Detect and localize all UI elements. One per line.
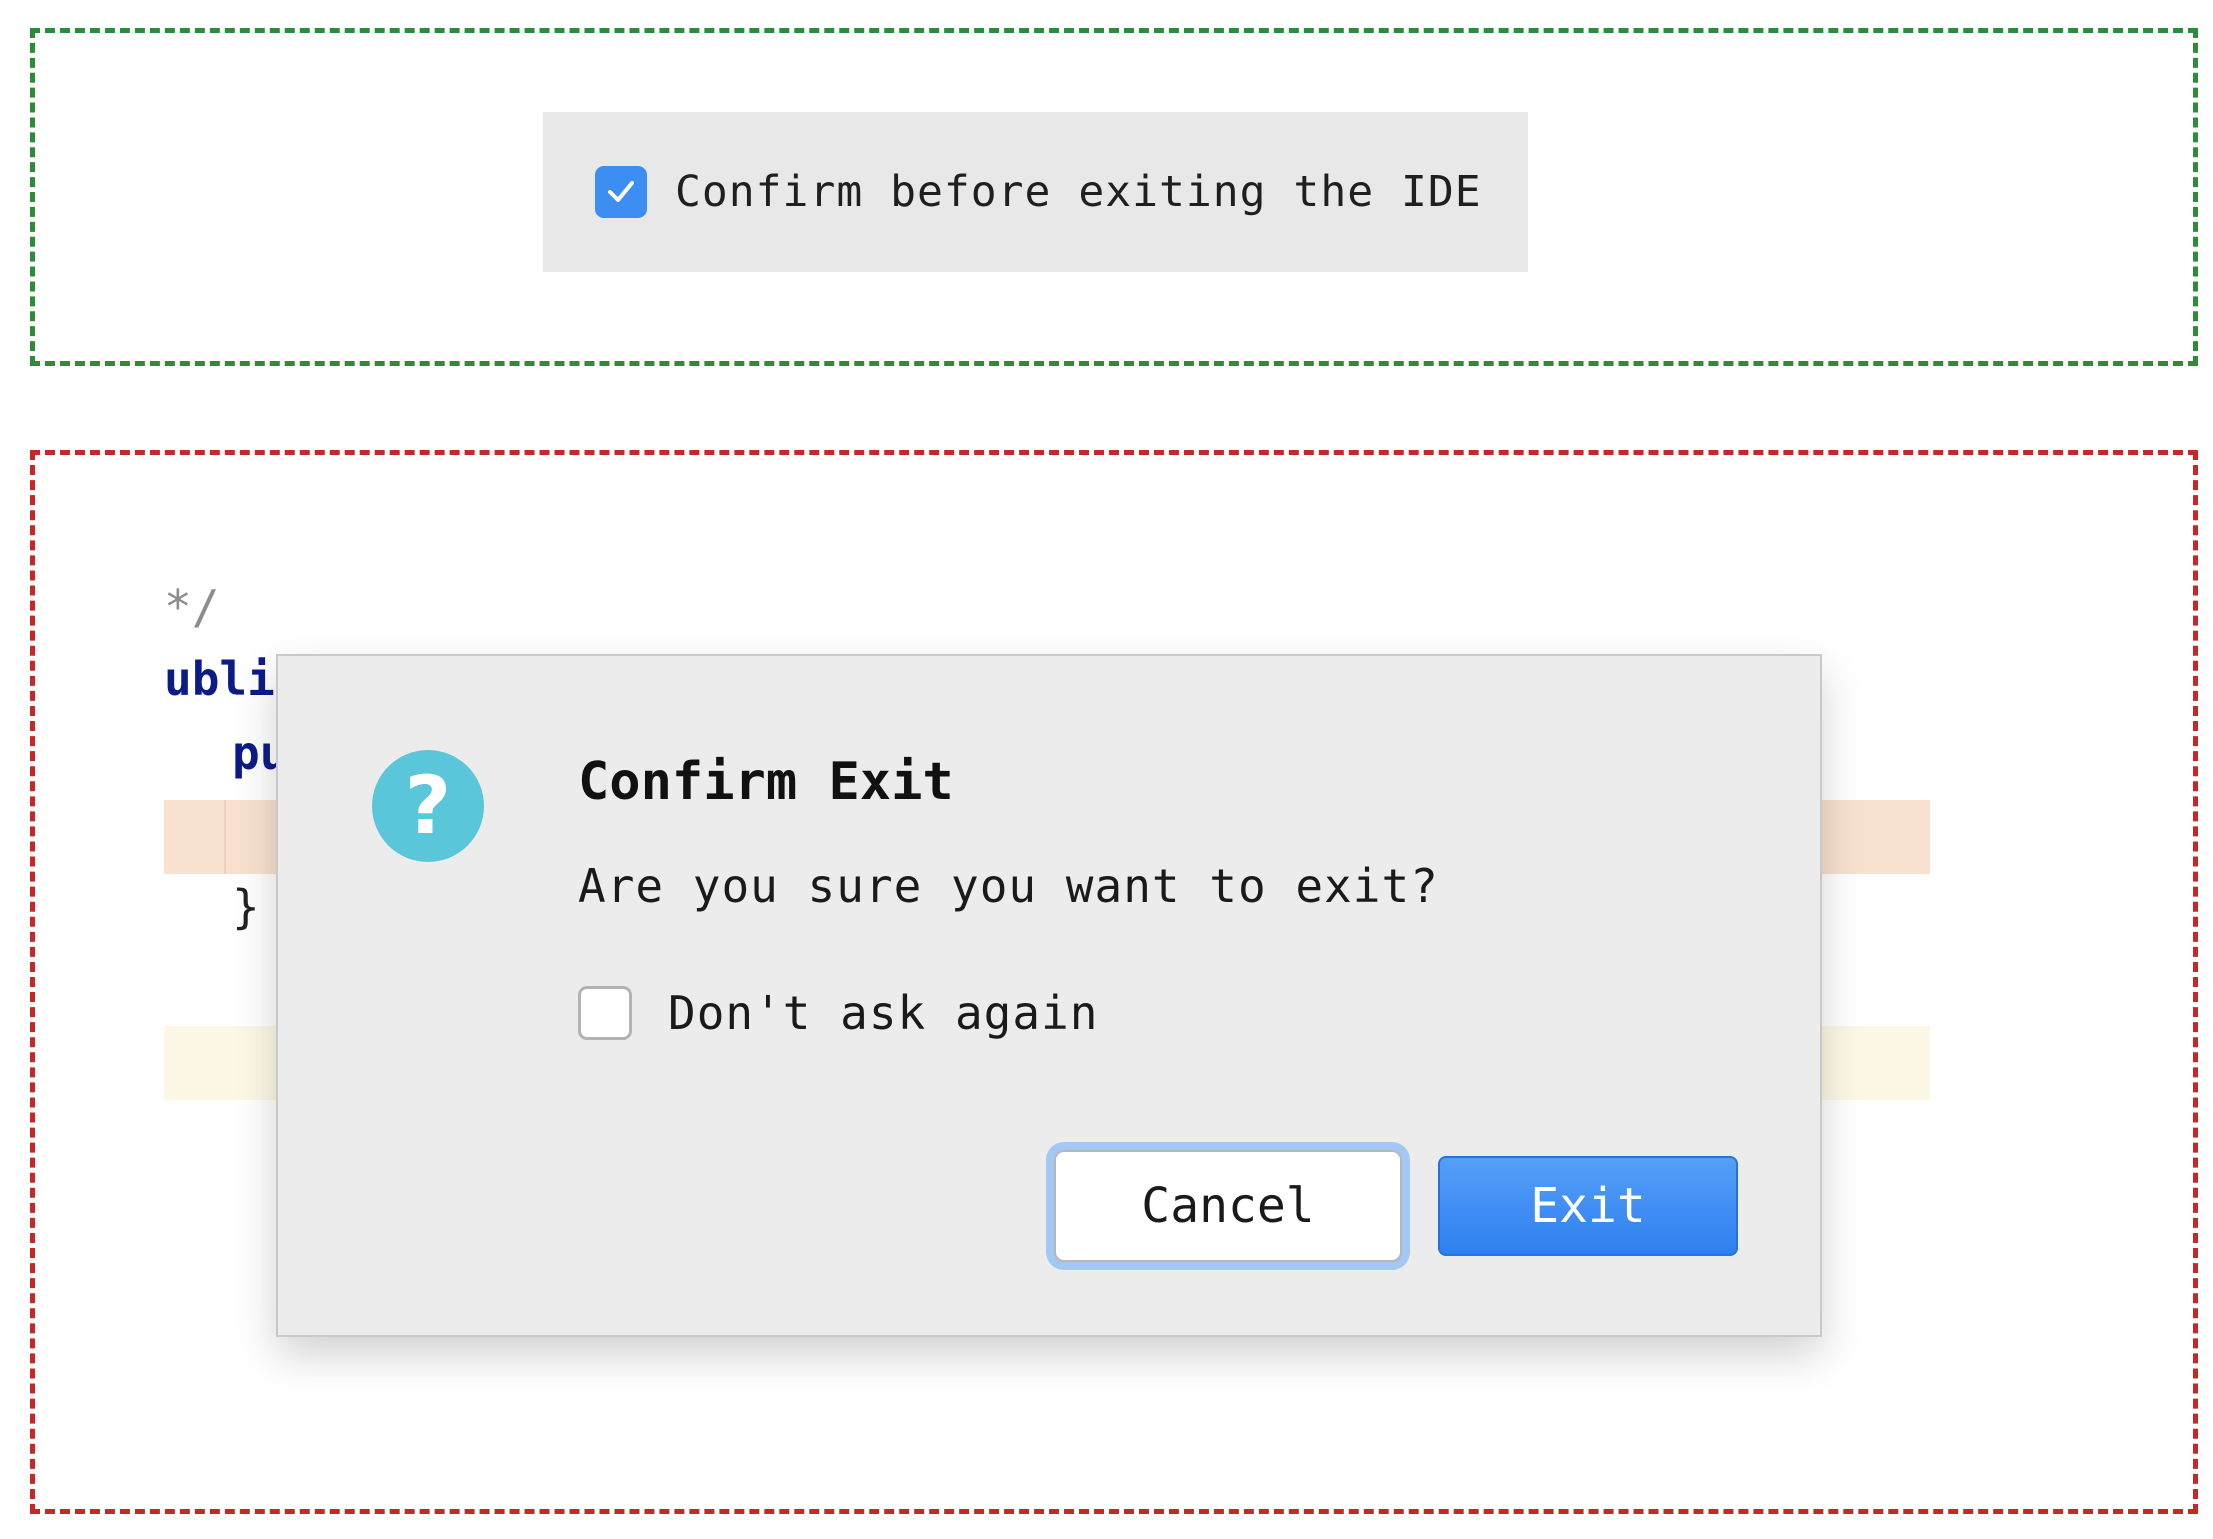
dialog-title: Confirm Exit [578,752,954,812]
confirm-exit-label: Confirm before exiting the IDE [675,167,1482,217]
dont-ask-again-row[interactable]: Don't ask again [578,986,1098,1040]
question-icon: ? [372,750,484,862]
confirm-exit-setting-row[interactable]: Confirm before exiting the IDE [543,112,1528,272]
confirm-exit-checkbox[interactable] [595,166,647,218]
code-line-comment-end: */ [164,580,220,634]
dont-ask-again-checkbox[interactable] [578,986,632,1040]
checkmark-icon [608,181,634,202]
exit-button[interactable]: Exit [1438,1156,1738,1256]
confirm-exit-dialog: ? Confirm Exit Are you sure you want to … [276,654,1822,1337]
code-line-brace: } [232,880,260,934]
cancel-button[interactable]: Cancel [1054,1150,1402,1262]
dont-ask-again-label[interactable]: Don't ask again [668,986,1098,1040]
dialog-message: Are you sure you want to exit? [578,859,1439,913]
